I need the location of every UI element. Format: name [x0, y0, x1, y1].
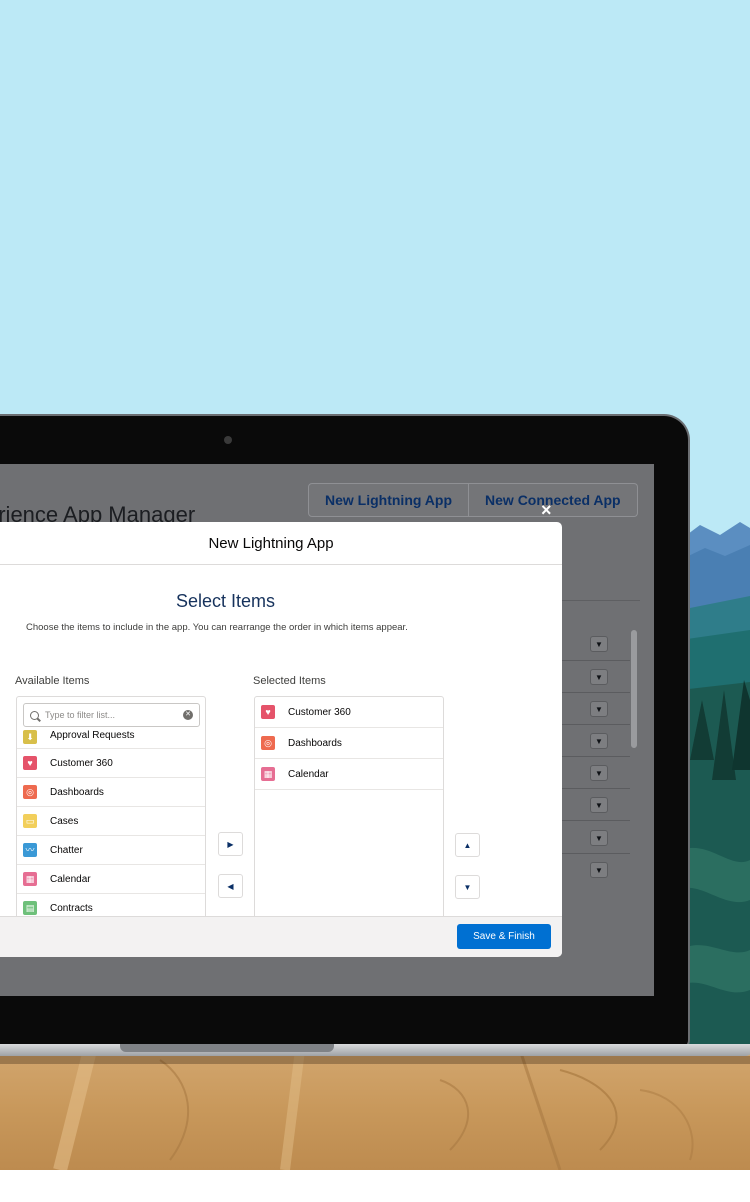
row-divider — [560, 756, 630, 757]
row-divider — [560, 724, 630, 725]
move-left-button[interactable]: ◀ — [218, 874, 243, 898]
item-label: Customer 360 — [288, 706, 351, 718]
laptop-screen: erience App Manager New Lightning App Ne… — [0, 464, 654, 996]
available-items-label: Available Items — [15, 675, 90, 687]
new-lightning-app-button[interactable]: New Lightning App — [308, 483, 470, 517]
row-actions-dropdown[interactable]: ▼ — [590, 636, 608, 652]
item-label: Calendar — [50, 873, 91, 885]
available-items-list: ⬇ Approval Requests ♥ Customer 360 ◎ Das… — [17, 730, 205, 923]
new-connected-app-button[interactable]: New Connected App — [469, 483, 638, 517]
list-item[interactable]: ▦ Calendar — [255, 759, 443, 790]
row-actions-dropdown[interactable]: ▼ — [590, 733, 608, 749]
move-down-button[interactable]: ▼ — [455, 875, 480, 899]
heart-icon: ♥ — [23, 756, 37, 770]
modal-header: New Lightning App — [0, 522, 562, 565]
list-item[interactable]: ♥ Customer 360 — [255, 697, 443, 728]
row-divider — [560, 853, 630, 854]
hero-scene: erience App Manager New Lightning App Ne… — [0, 0, 750, 1202]
close-icon[interactable]: × — [541, 500, 552, 521]
item-label: Chatter — [50, 844, 83, 856]
row-divider — [560, 692, 630, 693]
row-divider — [560, 788, 630, 789]
filter-search-input[interactable]: Type to filter list... ✕ — [23, 703, 200, 727]
calendar-icon: ▦ — [261, 767, 275, 781]
item-label: Approval Requests — [50, 730, 135, 741]
list-item[interactable]: ◎ Dashboards — [255, 728, 443, 759]
laptop-shadow — [0, 1056, 750, 1064]
app-actions: New Lightning App New Connected App — [308, 483, 638, 517]
section-title: Select Items — [176, 591, 276, 611]
row-actions-dropdown[interactable]: ▼ — [590, 765, 608, 781]
dashboard-icon: ◎ — [23, 785, 37, 799]
chatter-icon: 〰 — [23, 843, 37, 857]
clear-icon[interactable]: ✕ — [183, 710, 193, 720]
row-actions-dropdown[interactable]: ▼ — [590, 669, 608, 685]
row-actions-dropdown[interactable]: ▼ — [590, 797, 608, 813]
modal-footer: Save & Finish — [0, 916, 562, 957]
list-item[interactable]: ▦ Calendar — [17, 865, 205, 894]
row-actions-dropdown[interactable]: ▼ — [590, 701, 608, 717]
row-actions-dropdown[interactable]: ▼ — [590, 830, 608, 846]
row-divider — [560, 820, 630, 821]
case-icon: ▭ — [23, 814, 37, 828]
item-label: Customer 360 — [50, 757, 113, 769]
laptop-notch — [120, 1044, 334, 1052]
search-placeholder: Type to filter list... — [45, 710, 116, 720]
modal-body: Select Items Choose the items to include… — [0, 565, 562, 926]
laptop-base — [0, 1044, 750, 1056]
item-label: Dashboards — [288, 737, 342, 749]
row-divider — [560, 660, 630, 661]
item-label: Calendar — [288, 768, 329, 780]
item-label: Dashboards — [50, 786, 104, 798]
item-label: Cases — [50, 815, 79, 827]
move-right-button[interactable]: ▶ — [218, 832, 243, 856]
list-item[interactable]: 〰 Chatter — [17, 836, 205, 865]
list-item[interactable]: ◎ Dashboards — [17, 778, 205, 807]
row-actions-dropdown[interactable]: ▼ — [590, 862, 608, 878]
list-item[interactable]: ⬇ Approval Requests — [17, 730, 205, 749]
save-and-finish-button[interactable]: Save & Finish — [457, 924, 551, 949]
selected-items-listbox[interactable]: ♥ Customer 360 ◎ Dashboards ▦ Calendar — [254, 696, 444, 926]
page-bottom — [0, 1170, 750, 1202]
search-icon — [30, 710, 39, 720]
item-label: Contracts — [50, 902, 93, 914]
section-description: Choose the items to include in the app. … — [26, 622, 408, 633]
calendar-icon: ▦ — [23, 872, 37, 886]
contract-icon: ▤ — [23, 901, 37, 915]
new-lightning-app-modal: New Lightning App Select Items Choose th… — [0, 522, 562, 957]
available-items-listbox[interactable]: Type to filter list... ✕ ⬇ Approval Requ… — [16, 696, 206, 926]
table-header — [560, 600, 640, 628]
modal-title: New Lightning App — [208, 534, 334, 552]
list-item[interactable]: ♥ Customer 360 — [17, 749, 205, 778]
dashboard-icon: ◎ — [261, 736, 275, 750]
list-item[interactable]: ▭ Cases — [17, 807, 205, 836]
table-scrollbar[interactable] — [631, 630, 637, 748]
move-up-button[interactable]: ▲ — [455, 833, 480, 857]
wood-grain-texture — [53, 1050, 694, 1170]
approval-icon: ⬇ — [23, 730, 37, 744]
selected-items-label: Selected Items — [253, 675, 326, 687]
heart-icon: ♥ — [261, 705, 275, 719]
webcam-icon — [224, 436, 232, 444]
selected-items-list: ♥ Customer 360 ◎ Dashboards ▦ Calendar — [255, 697, 443, 790]
